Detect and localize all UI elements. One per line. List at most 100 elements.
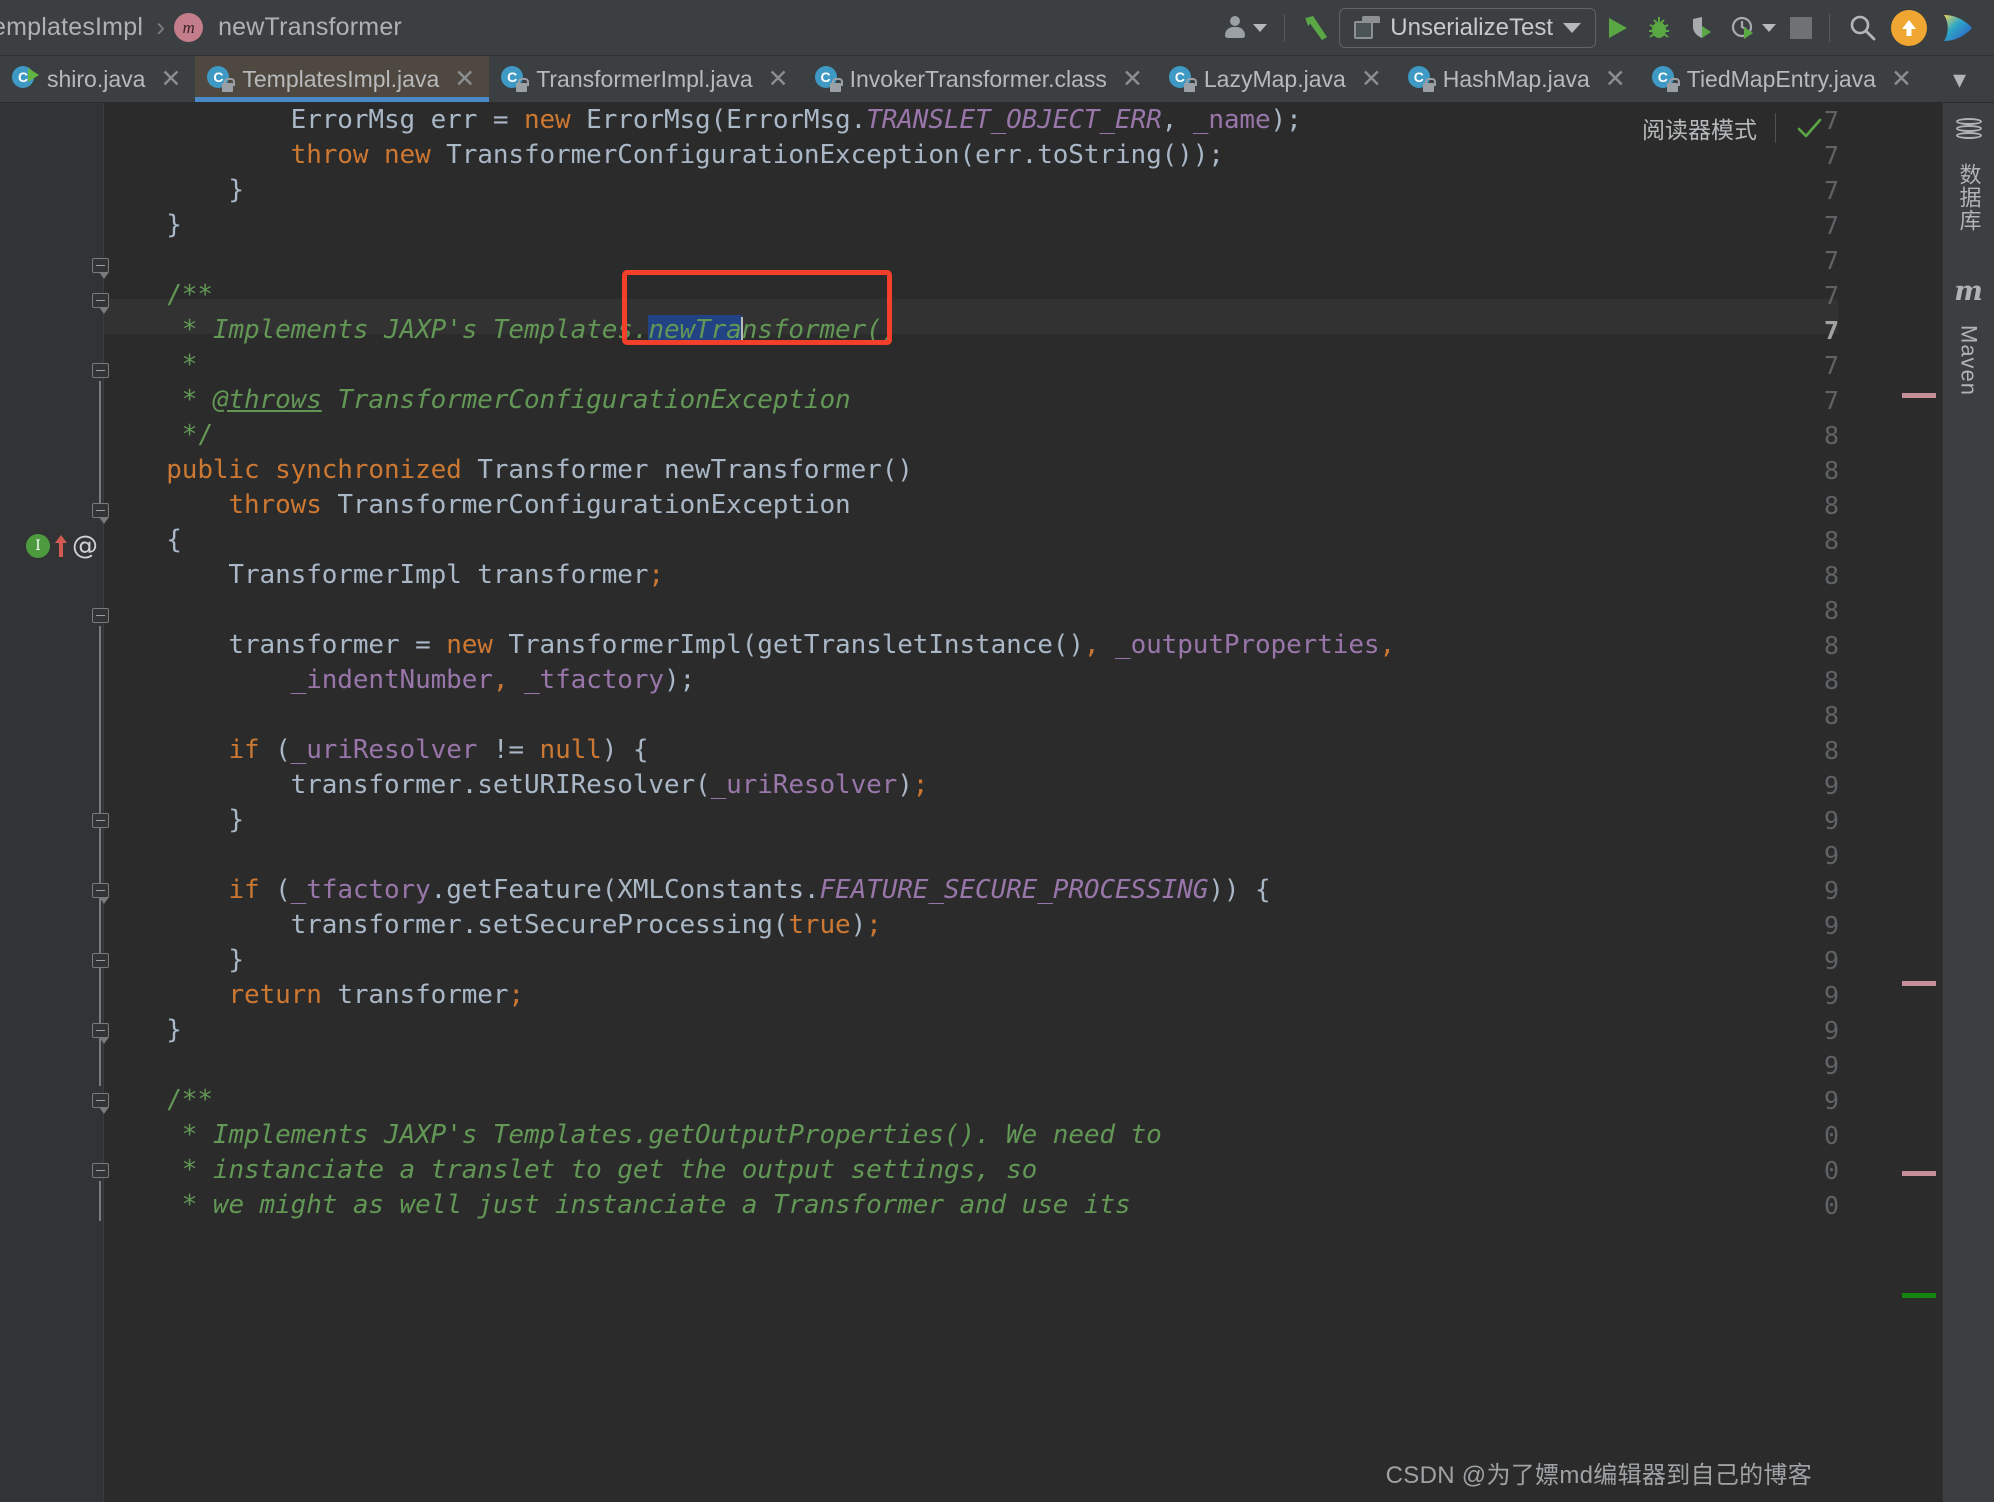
close-icon[interactable]: ✕	[1891, 66, 1912, 92]
code-line[interactable]	[104, 838, 1838, 873]
run-with-coverage-button[interactable]	[1680, 8, 1722, 48]
breadcrumb-item-method[interactable]: newTransformer	[214, 11, 406, 44]
code-line[interactable]	[104, 1048, 1838, 1083]
code-line[interactable]	[104, 593, 1838, 628]
run-button[interactable]	[1596, 8, 1638, 48]
code-line[interactable]: /**	[104, 1083, 1838, 1118]
ide-logo-button[interactable]	[1934, 8, 1982, 48]
java-run-file-icon: C	[12, 66, 39, 92]
code-line[interactable]	[104, 243, 1838, 278]
code-line[interactable]: {	[104, 523, 1838, 558]
code-line[interactable]: * @throws TransformerConfigurationExcept…	[104, 383, 1838, 418]
code-line[interactable]: * Implements JAXP's Templates.getOutputP…	[104, 1118, 1838, 1153]
tool-window-maven[interactable]: Maven	[1956, 325, 1982, 396]
editor-area: 7172737475767778798081828384858687888990…	[0, 103, 1994, 1502]
tab-label: TiedMapEntry.java	[1686, 65, 1876, 92]
code-line[interactable]: if (_uriResolver != null) {	[104, 733, 1838, 768]
close-icon[interactable]: ✕	[1605, 66, 1626, 92]
close-icon[interactable]: ✕	[1361, 66, 1382, 92]
code-line[interactable]: * Implements JAXP's Templates.newTransfo…	[104, 313, 1838, 348]
annotation-icon[interactable]: @	[72, 533, 98, 559]
code-line[interactable]: * we might as well just instanciate a Tr…	[104, 1188, 1838, 1223]
code-line[interactable]: return transformer;	[104, 978, 1838, 1013]
error-stripe-marker[interactable]	[1902, 981, 1936, 986]
tab-label: LazyMap.java	[1203, 65, 1346, 92]
gutter-icons-line-81[interactable]: I @	[26, 533, 98, 559]
tab-label: HashMap.java	[1442, 65, 1590, 92]
tab-templatesimpl-java[interactable]: C TemplatesImpl.java ✕	[195, 56, 490, 102]
code-line[interactable]: *	[104, 348, 1838, 383]
run-configuration-icon	[1354, 15, 1381, 40]
code-line[interactable]: }	[104, 173, 1838, 208]
profiler-button[interactable]	[1722, 8, 1783, 48]
error-stripe-marker[interactable]	[1902, 1171, 1936, 1176]
update-project-button[interactable]	[1884, 8, 1934, 48]
code-line[interactable]: * instanciate a translet to get the outp…	[104, 1153, 1838, 1188]
maven-m-icon: m	[1954, 276, 1983, 307]
code-line[interactable]: }	[104, 1013, 1838, 1048]
navigation-bar: emplatesImpl › m newTransformer Unserial…	[0, 0, 1994, 56]
tab-label: TemplatesImpl.java	[242, 65, 440, 92]
close-icon[interactable]: ✕	[160, 66, 181, 92]
code-line[interactable]: TransformerImpl transformer;	[104, 558, 1838, 593]
code-editor[interactable]: 7172737475767778798081828384858687888990…	[0, 103, 1942, 1502]
chevron-down-icon	[1253, 23, 1268, 32]
code-line[interactable]: transformer = new TransformerImpl(getTra…	[104, 628, 1838, 663]
close-icon[interactable]: ✕	[454, 66, 475, 92]
check-icon[interactable]	[1794, 113, 1824, 143]
tab-lazymap-java[interactable]: C LazyMap.java ✕	[1157, 56, 1396, 102]
code-line[interactable]: transformer.setURIResolver(_uriResolver)…	[104, 768, 1838, 803]
tab-transformerimpl-java[interactable]: C TransformerImpl.java ✕	[489, 56, 802, 102]
coverage-icon	[1693, 16, 1711, 38]
fold-region-line	[99, 381, 101, 511]
build-project-button[interactable]	[1295, 8, 1339, 48]
ide-window: emplatesImpl › m newTransformer Unserial…	[0, 0, 1994, 1502]
profile-button[interactable]	[1215, 8, 1274, 48]
fold-region-line	[99, 1181, 101, 1221]
breadcrumb-separator: ›	[156, 12, 166, 42]
code-line[interactable]: ErrorMsg err = new ErrorMsg(ErrorMsg.TRA…	[104, 103, 1838, 138]
java-class-locked-icon: C	[814, 66, 843, 92]
play-icon	[1609, 17, 1627, 38]
line-number-gutter[interactable]	[0, 103, 104, 1502]
code-line[interactable]: public synchronized Transformer newTrans…	[104, 453, 1838, 488]
code-line[interactable]: }	[104, 943, 1838, 978]
code-line[interactable]: throws TransformerConfigurationException	[104, 488, 1838, 523]
stop-button[interactable]	[1783, 8, 1819, 48]
code-line[interactable]: }	[104, 803, 1838, 838]
implementing-method-icon[interactable]: I	[26, 534, 50, 558]
chevron-down-icon	[1563, 22, 1581, 33]
close-icon[interactable]: ✕	[768, 66, 789, 92]
code-line[interactable]	[104, 698, 1838, 733]
tab-tiedmapentry-java[interactable]: C TiedMapEntry.java ✕	[1640, 56, 1926, 102]
editor-tab-bar: C shiro.java ✕ C TemplatesImpl.java ✕ C …	[0, 56, 1994, 103]
code-line[interactable]: */	[104, 418, 1838, 453]
database-icon	[1955, 117, 1982, 143]
divider	[1284, 13, 1286, 42]
debug-button[interactable]	[1638, 8, 1680, 48]
code-line[interactable]: throw new TransformerConfigurationExcept…	[104, 138, 1838, 173]
error-stripe-markers[interactable]	[1838, 103, 1942, 1502]
code-line[interactable]: }	[104, 208, 1838, 243]
tab-shiro-java[interactable]: C shiro.java ✕	[0, 56, 195, 102]
search-everywhere-button[interactable]	[1840, 8, 1884, 48]
reader-mode-indicator[interactable]: 阅读器模式	[1642, 111, 1824, 145]
code-line[interactable]: transformer.setSecureProcessing(true);	[104, 908, 1838, 943]
run-configuration-selector[interactable]: UnserializeTest	[1339, 7, 1596, 48]
breadcrumb-item-class[interactable]: emplatesImpl	[0, 11, 147, 44]
code-line[interactable]: if (_tfactory.getFeature(XMLConstants.FE…	[104, 873, 1838, 908]
code-line[interactable]: _indentNumber, _tfactory);	[104, 663, 1838, 698]
code-line[interactable]: /**	[104, 278, 1838, 313]
java-class-locked-icon: C	[207, 66, 236, 92]
run-configuration-label: UnserializeTest	[1390, 13, 1553, 41]
tool-window-database[interactable]: 数据库	[1953, 163, 1985, 232]
tab-hashmap-java[interactable]: C HashMap.java ✕	[1396, 56, 1640, 102]
tab-invokertransformer-class[interactable]: C InvokerTransformer.class ✕	[803, 56, 1157, 102]
reader-mode-label: 阅读器模式	[1642, 117, 1757, 143]
tab-label: TransformerImpl.java	[536, 65, 753, 92]
code-text[interactable]: ErrorMsg err = new ErrorMsg(ErrorMsg.TRA…	[104, 103, 1838, 1502]
close-icon[interactable]: ✕	[1122, 66, 1143, 92]
chevron-down-icon[interactable]: ▾	[1931, 64, 1988, 95]
error-stripe-marker[interactable]	[1902, 393, 1936, 398]
error-stripe-marker[interactable]	[1902, 1293, 1936, 1298]
